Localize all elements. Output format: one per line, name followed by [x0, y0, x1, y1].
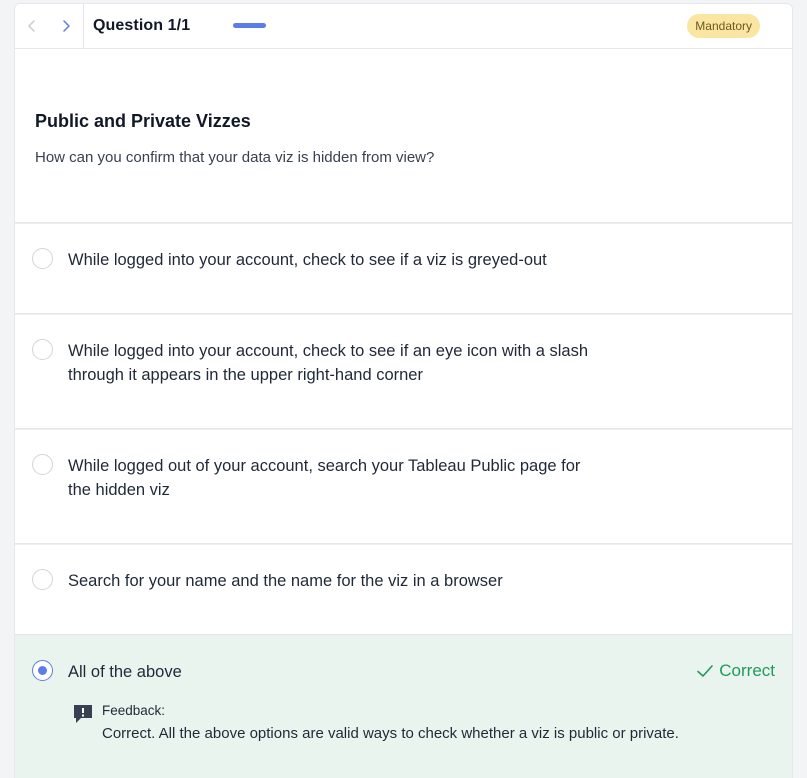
- answer-text-line: While logged out of your account, search…: [68, 457, 581, 475]
- answer-option-5-selected[interactable]: All of the above Correct Feedback: Corre…: [15, 635, 792, 778]
- feedback-panel: Feedback: Correct. All the above options…: [72, 703, 679, 742]
- correct-indicator: Correct: [696, 661, 775, 681]
- answer-option-text: While logged out of your account, search…: [68, 454, 648, 502]
- feedback-label: Feedback:: [102, 703, 166, 718]
- radio-unselected-icon[interactable]: [32, 569, 53, 590]
- answer-text-line: All of the above: [68, 663, 182, 681]
- check-icon: [697, 665, 714, 677]
- question-prompt: How can you confirm that your data viz i…: [35, 149, 435, 166]
- answer-option-2[interactable]: While logged into your account, check to…: [15, 314, 792, 429]
- question-header: Question 1/1 Mandatory: [15, 4, 792, 49]
- answer-option-text: All of the above: [68, 660, 648, 684]
- quiz-card: Question 1/1 Mandatory Public and Privat…: [14, 3, 793, 778]
- answer-option-1[interactable]: While logged into your account, check to…: [15, 223, 792, 314]
- correct-label: Correct: [719, 661, 775, 680]
- answer-option-4[interactable]: Search for your name and the name for th…: [15, 544, 792, 635]
- answer-text-line: through it appears in the upper right-ha…: [68, 366, 423, 384]
- feedback-body: Feedback: Correct. All the above options…: [102, 703, 679, 742]
- answer-text-line: Search for your name and the name for th…: [68, 572, 503, 590]
- radio-selected-icon[interactable]: [32, 660, 53, 681]
- mandatory-badge: Mandatory: [687, 14, 760, 38]
- answer-option-text: While logged into your account, check to…: [68, 248, 648, 272]
- radio-unselected-icon[interactable]: [32, 454, 53, 475]
- answer-option-3[interactable]: While logged out of your account, search…: [15, 429, 792, 544]
- answer-text-line: While logged into your account, check to…: [68, 342, 589, 360]
- feedback-icon: [74, 705, 92, 723]
- next-question-button[interactable]: [49, 4, 83, 49]
- feedback-text: Correct. All the above options are valid…: [102, 725, 679, 742]
- chevron-left-icon: [28, 20, 35, 32]
- question-title: Public and Private Vizzes: [35, 111, 251, 131]
- question-counter: Question 1/1: [93, 17, 191, 34]
- header-divider: [83, 4, 84, 49]
- radio-unselected-icon[interactable]: [32, 248, 53, 269]
- previous-question-button[interactable]: [15, 4, 49, 49]
- answer-text-line: the hidden viz: [68, 481, 170, 499]
- answer-option-text: Search for your name and the name for th…: [68, 569, 648, 593]
- question-progress-bar: [233, 23, 266, 28]
- radio-unselected-icon[interactable]: [32, 339, 53, 360]
- answer-text-line: While logged into your account, check to…: [68, 251, 547, 269]
- answer-option-text: While logged into your account, check to…: [68, 339, 648, 387]
- chevron-right-icon: [63, 20, 70, 32]
- question-block: Public and Private Vizzes How can you co…: [15, 49, 792, 223]
